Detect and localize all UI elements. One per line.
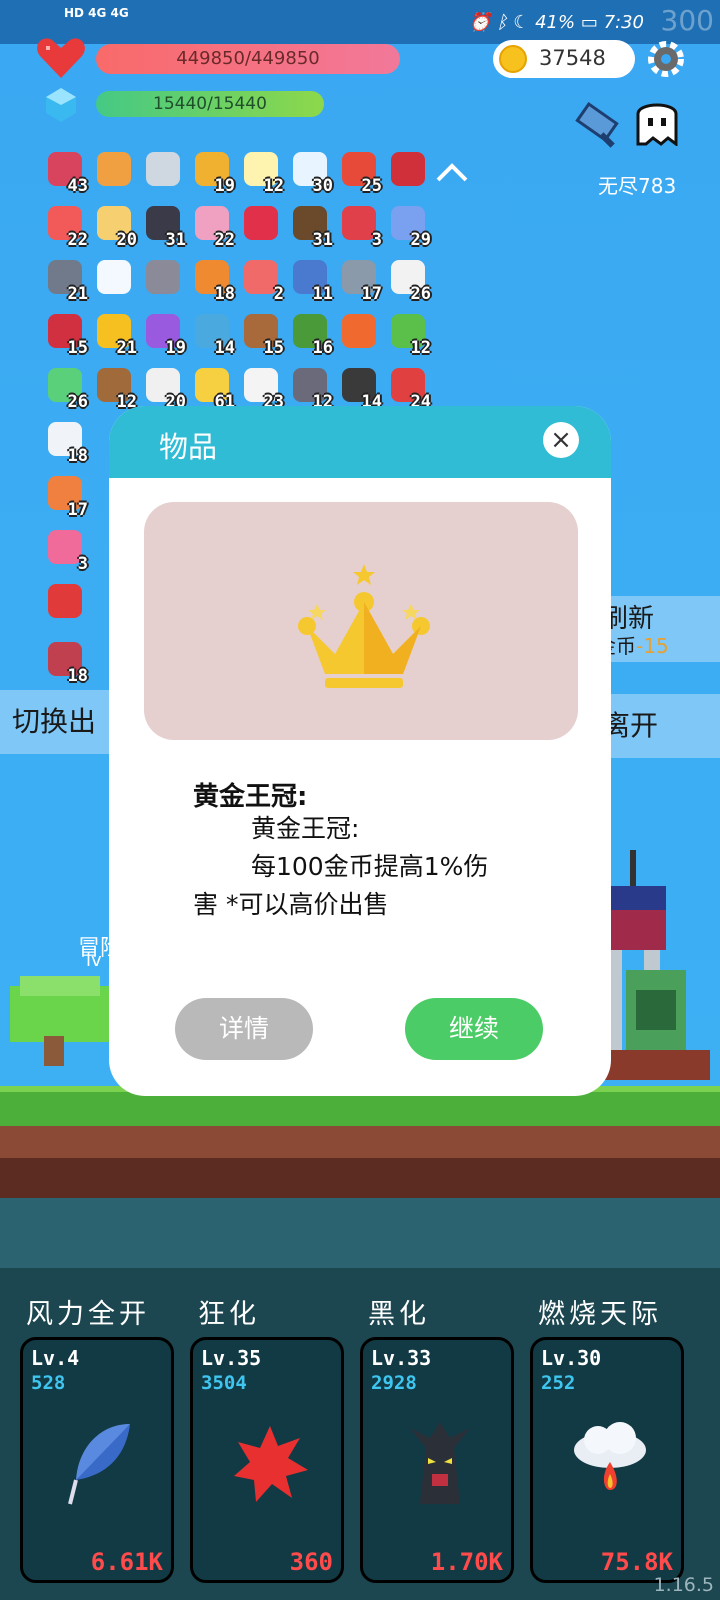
dialog-title: 物品 xyxy=(159,430,218,464)
detail-button[interactable]: 详情 xyxy=(175,998,313,1060)
continue-button[interactable]: 继续 xyxy=(405,998,543,1060)
item-description: 黄金王冠: 每100金币提高1%伤 害 *可以高价出售 xyxy=(193,810,533,924)
item-preview xyxy=(144,502,578,740)
description-line-3: 害 *可以高价出售 xyxy=(193,890,389,919)
description-line-1: 黄金王冠: xyxy=(251,814,360,843)
dialog-header: 物品 × xyxy=(109,406,611,478)
item-name: 黄金王冠: xyxy=(193,782,308,812)
item-dialog: 物品 × 黄金王冠: 黄金王冠: 每100金币提高1%伤 害 *可以高价出售 详… xyxy=(109,406,611,1096)
close-icon[interactable]: × xyxy=(543,422,579,458)
description-line-2: 每100金币提高1%伤 xyxy=(251,852,489,881)
crown-icon xyxy=(298,564,430,688)
